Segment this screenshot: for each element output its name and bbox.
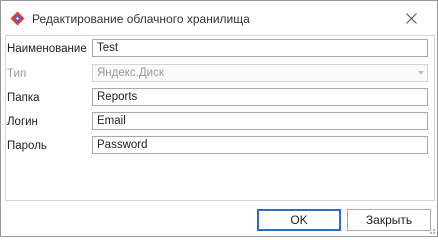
window-close-button[interactable] [397, 7, 425, 29]
password-input[interactable] [92, 136, 428, 154]
type-select[interactable]: Яндекс.Диск [92, 64, 428, 82]
resize-grip-icon[interactable] [426, 225, 436, 235]
dialog-window: Редактирование облачного хранилища Наиме… [0, 0, 438, 237]
chevron-down-icon [418, 71, 424, 75]
form-panel: Наименование Тип Яндекс.Диск Папка Логин… [5, 35, 435, 201]
close-button[interactable]: Закрыть [347, 209, 431, 231]
name-input[interactable] [92, 39, 428, 57]
folder-label: Папка [7, 92, 40, 104]
login-input[interactable] [92, 112, 428, 130]
folder-input[interactable] [92, 88, 428, 106]
ok-button[interactable]: OK [257, 209, 341, 231]
type-label: Тип [7, 68, 27, 80]
type-select-value: Яндекс.Диск [97, 67, 164, 79]
password-label: Пароль [7, 140, 47, 152]
close-icon [405, 12, 417, 24]
window-title: Редактирование облачного хранилища [32, 12, 250, 26]
dialog-footer: OK Закрыть [1, 201, 437, 236]
cloud-storage-app-icon [10, 11, 25, 26]
login-label: Логин [7, 116, 38, 128]
title-bar[interactable]: Редактирование облачного хранилища [1, 1, 437, 35]
name-label: Наименование [7, 43, 87, 55]
